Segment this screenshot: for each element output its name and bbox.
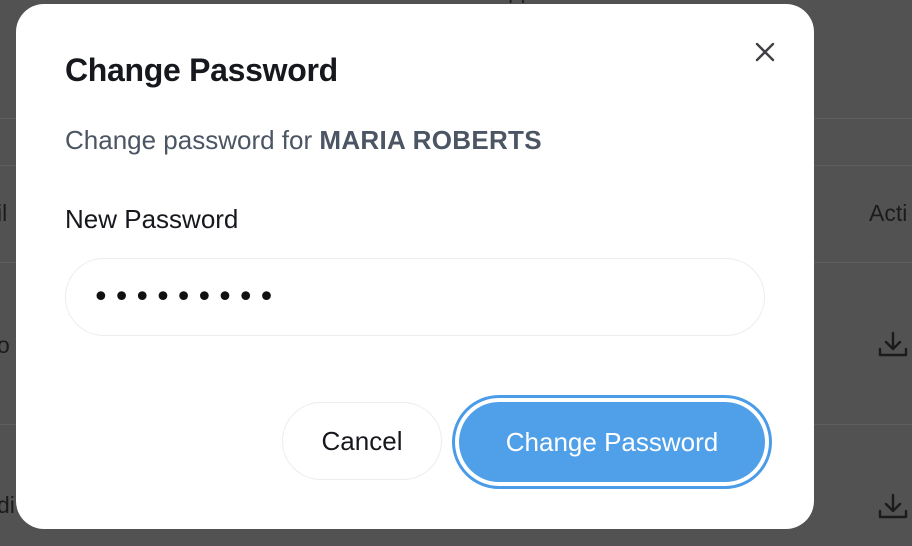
download-icon[interactable] bbox=[876, 330, 910, 360]
new-password-label: New Password bbox=[65, 204, 239, 234]
change-password-button[interactable]: Change Password bbox=[459, 402, 765, 482]
table-header-email: il bbox=[0, 200, 8, 226]
download-icon[interactable] bbox=[876, 492, 910, 522]
table-cell-text: di bbox=[0, 492, 15, 518]
table-cell-text: o bbox=[0, 332, 10, 358]
cancel-button[interactable]: Cancel bbox=[282, 402, 442, 480]
submit-focus-ring: Change Password bbox=[452, 395, 772, 489]
dialog-title: Change Password bbox=[65, 52, 338, 88]
dialog-subtitle: Change password for MARIA ROBERTS bbox=[65, 125, 542, 156]
user-name: MARIA ROBERTS bbox=[319, 125, 542, 155]
change-password-dialog: Change Password Change password for MARI… bbox=[16, 4, 814, 529]
close-button[interactable] bbox=[749, 37, 781, 69]
new-password-input[interactable] bbox=[65, 258, 765, 336]
table-header-actions: Acti bbox=[869, 200, 908, 226]
subtitle-prefix: Change password for bbox=[65, 125, 320, 155]
close-icon bbox=[754, 41, 776, 66]
